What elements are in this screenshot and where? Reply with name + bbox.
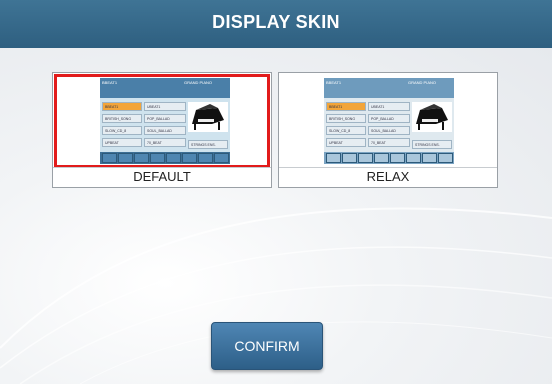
preview-cell: SOUL_BALLAD — [144, 126, 186, 135]
preview-cell: POP_BALLAD — [144, 114, 186, 123]
skin-option-relax[interactable]: BBEAT1 GRAND PIANO BBEAT1 BRITISH_SONG S… — [278, 72, 498, 188]
preview-cell: UBEAT1 — [368, 102, 410, 111]
preview-cell: 70_BEAT — [368, 138, 410, 147]
header-bar: DISPLAY SKIN — [0, 0, 552, 48]
piano-icon — [188, 102, 228, 132]
preview-cell: UBEAT1 — [144, 102, 186, 111]
preview-bottom-bar — [324, 152, 454, 164]
confirm-button[interactable]: CONFIRM — [211, 322, 323, 370]
preview-style-name: BBEAT1 — [326, 80, 342, 85]
preview-cell: BRITISH_SONG — [326, 114, 366, 123]
preview-cell: BBEAT1 — [326, 102, 366, 111]
skin-option-default[interactable]: BBEAT1 GRAND PIANO BBEAT1 BRITISH_SONG S… — [52, 72, 272, 188]
preview-cell: BRITISH_SONG — [102, 114, 142, 123]
preview-cell: SOUL_BALLAD — [368, 126, 410, 135]
skin-label-default: DEFAULT — [53, 167, 271, 186]
preview-cell: UPBEAT — [326, 138, 366, 147]
preview-top-bar: BBEAT1 GRAND PIANO — [100, 78, 230, 98]
preview-cell: STRINGS ENS. — [188, 140, 228, 149]
preview-cell: BBEAT1 — [102, 102, 142, 111]
preview-voice-name: GRAND PIANO — [184, 80, 213, 85]
preview-cell: SLOW_CD_8 — [326, 126, 366, 135]
preview-cell: SLOW_CD_8 — [102, 126, 142, 135]
selection-frame: BBEAT1 GRAND PIANO BBEAT1 BRITISH_SONG S… — [54, 74, 270, 168]
preview-voice-name: GRAND PIANO — [408, 80, 437, 85]
preview-bottom-bar — [100, 152, 230, 164]
skin-preview-relax: BBEAT1 GRAND PIANO BBEAT1 BRITISH_SONG S… — [324, 78, 454, 164]
preview-cell: 70_BEAT — [144, 138, 186, 147]
piano-icon — [412, 102, 452, 132]
preview-frame: BBEAT1 GRAND PIANO BBEAT1 BRITISH_SONG S… — [280, 74, 496, 168]
skin-preview-default: BBEAT1 GRAND PIANO BBEAT1 BRITISH_SONG S… — [100, 78, 230, 164]
skin-label-relax: RELAX — [279, 167, 497, 186]
preview-style-name: BBEAT1 — [102, 80, 118, 85]
preview-cell: UPBEAT — [102, 138, 142, 147]
preview-cell: STRINGS ENS. — [412, 140, 452, 149]
preview-cell: POP_BALLAD — [368, 114, 410, 123]
page-title: DISPLAY SKIN — [212, 12, 340, 32]
preview-top-bar: BBEAT1 GRAND PIANO — [324, 78, 454, 98]
